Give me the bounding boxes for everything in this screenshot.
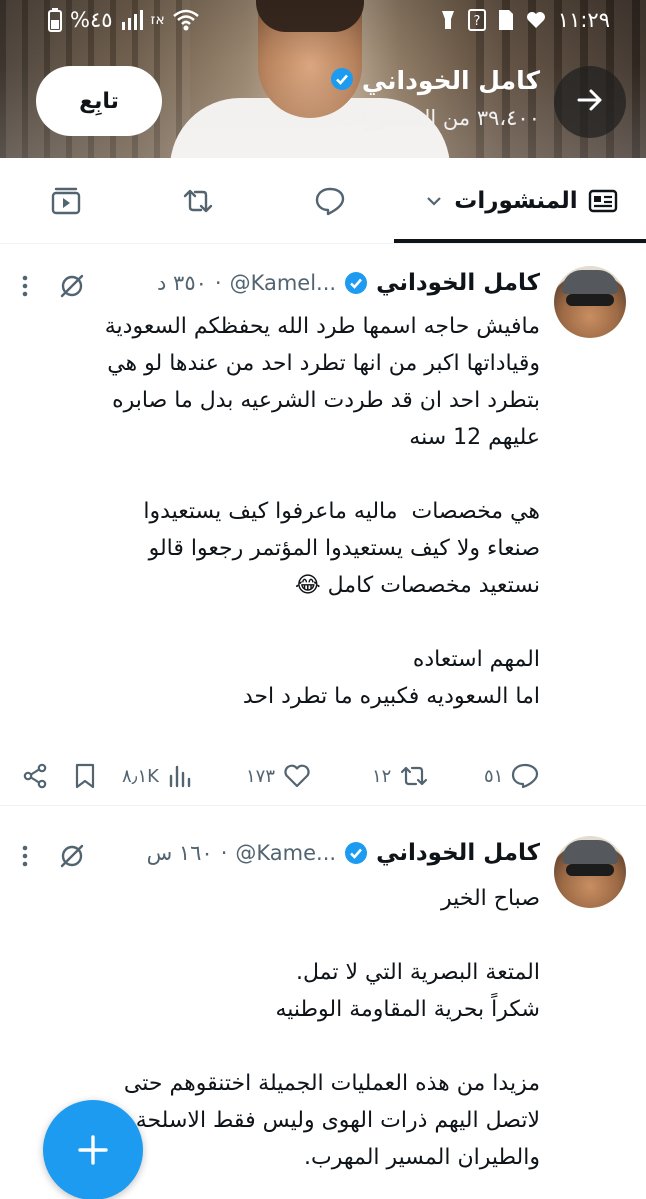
avatar-cap: [562, 270, 618, 294]
verified-icon: [344, 841, 368, 865]
reply-button[interactable]: ٥١: [484, 754, 539, 798]
tab-replies[interactable]: [290, 158, 370, 244]
heart-status-icon: [526, 11, 546, 29]
verified-icon: [330, 67, 354, 95]
share-icon: [22, 763, 48, 789]
post-dot: ·: [220, 841, 228, 865]
post-time[interactable]: ١٦٠ س: [147, 841, 213, 865]
tab-videos[interactable]: [26, 158, 106, 244]
avatar[interactable]: [554, 266, 626, 338]
post-author-name[interactable]: كامل الخوداني: [376, 840, 540, 866]
flashlight-icon: [440, 9, 456, 31]
header-name: كامل الخوداني: [361, 66, 540, 95]
repost-icon: [181, 187, 215, 215]
post-handle[interactable]: @Kamel...: [230, 271, 337, 295]
arrow-right-icon: [576, 86, 604, 118]
back-button[interactable]: [554, 66, 626, 138]
signal-icon: [121, 10, 143, 30]
plus-icon: [76, 1133, 110, 1167]
like-count: ١٧٣: [246, 765, 276, 787]
profile-header: %٤٥ אז ? ١١:٢٩ تابِع كامل الخوداني ٣٩،٤٠…: [0, 0, 646, 158]
sim-icon: [498, 9, 514, 31]
post-time[interactable]: ٣٥٠ د: [157, 271, 207, 295]
post-header: كامل الخوداني @Kamel... · ٣٥٠ د: [157, 270, 540, 296]
share-button[interactable]: [22, 754, 48, 798]
post[interactable]: كامل الخوداني @Kamel... · ٣٥٠ د مافيش حا…: [0, 246, 646, 806]
bookmark-icon: [74, 763, 96, 789]
post-tools: [22, 842, 86, 870]
battery-percent: %٤٥: [70, 8, 113, 32]
tab-posts[interactable]: المنشورات: [396, 158, 646, 244]
reply-count: ٥١: [484, 765, 504, 787]
repost-button[interactable]: ١٢: [372, 754, 429, 798]
views-icon: [167, 764, 191, 788]
status-left: %٤٥ אז: [48, 8, 199, 32]
avatar[interactable]: [554, 836, 626, 908]
tab-posts-label: المنشورات: [454, 188, 578, 214]
header-posts-count: ٣٩،٤٠٠ من المنشورات: [340, 106, 540, 130]
bookmark-button[interactable]: [74, 754, 96, 798]
svg-text:?: ?: [473, 14, 480, 29]
tab-active-indicator: [394, 239, 646, 243]
post-actions: ٥١ ١٢ ١٧٣ ٨٫١K: [0, 754, 646, 798]
video-icon: [50, 186, 82, 216]
more-icon[interactable]: [22, 274, 28, 298]
tab-reposts[interactable]: [158, 158, 238, 244]
avatar-glasses: [566, 864, 614, 876]
post-tools: [22, 272, 86, 300]
more-icon[interactable]: [22, 844, 28, 868]
wifi-icon: [172, 9, 199, 31]
notification-icon: ?: [467, 9, 486, 31]
post-header: كامل الخوداني @Kame... · ١٦٠ س: [147, 840, 540, 866]
carrier-tag: אז: [150, 12, 165, 28]
chevron-down-icon[interactable]: [424, 191, 444, 211]
grok-icon[interactable]: [58, 842, 86, 870]
repost-count: ١٢: [372, 765, 392, 787]
heart-icon: [283, 764, 311, 788]
status-right: ? ١١:٢٩: [440, 8, 610, 32]
status-bar: %٤٥ אז ? ١١:٢٩: [0, 0, 646, 40]
battery-icon: [48, 8, 62, 32]
follow-button[interactable]: تابِع: [36, 66, 162, 136]
post-text: مافيش حاجه اسمها طرد الله يحفظكم السعودي…: [104, 314, 540, 709]
views-button[interactable]: ٨٫١K: [122, 754, 191, 798]
verified-icon: [344, 271, 368, 295]
reply-icon: [511, 763, 539, 789]
avatar-glasses: [566, 294, 614, 306]
avatar-cap: [562, 840, 618, 864]
views-count: ٨٫١K: [122, 765, 159, 787]
compose-button[interactable]: [43, 1100, 143, 1199]
repost-icon: [399, 764, 429, 788]
profile-tabs: المنشورات: [0, 158, 646, 244]
post-author-name[interactable]: كامل الخوداني: [376, 270, 540, 296]
newspaper-icon: [588, 188, 618, 214]
status-time: ١١:٢٩: [557, 8, 610, 32]
like-button[interactable]: ١٧٣: [246, 754, 311, 798]
grok-icon[interactable]: [58, 272, 86, 300]
post-dot: ·: [214, 271, 222, 295]
post-handle[interactable]: @Kame...: [235, 841, 336, 865]
chat-bubble-icon: [314, 186, 346, 216]
header-name-row: كامل الخوداني: [330, 66, 540, 95]
